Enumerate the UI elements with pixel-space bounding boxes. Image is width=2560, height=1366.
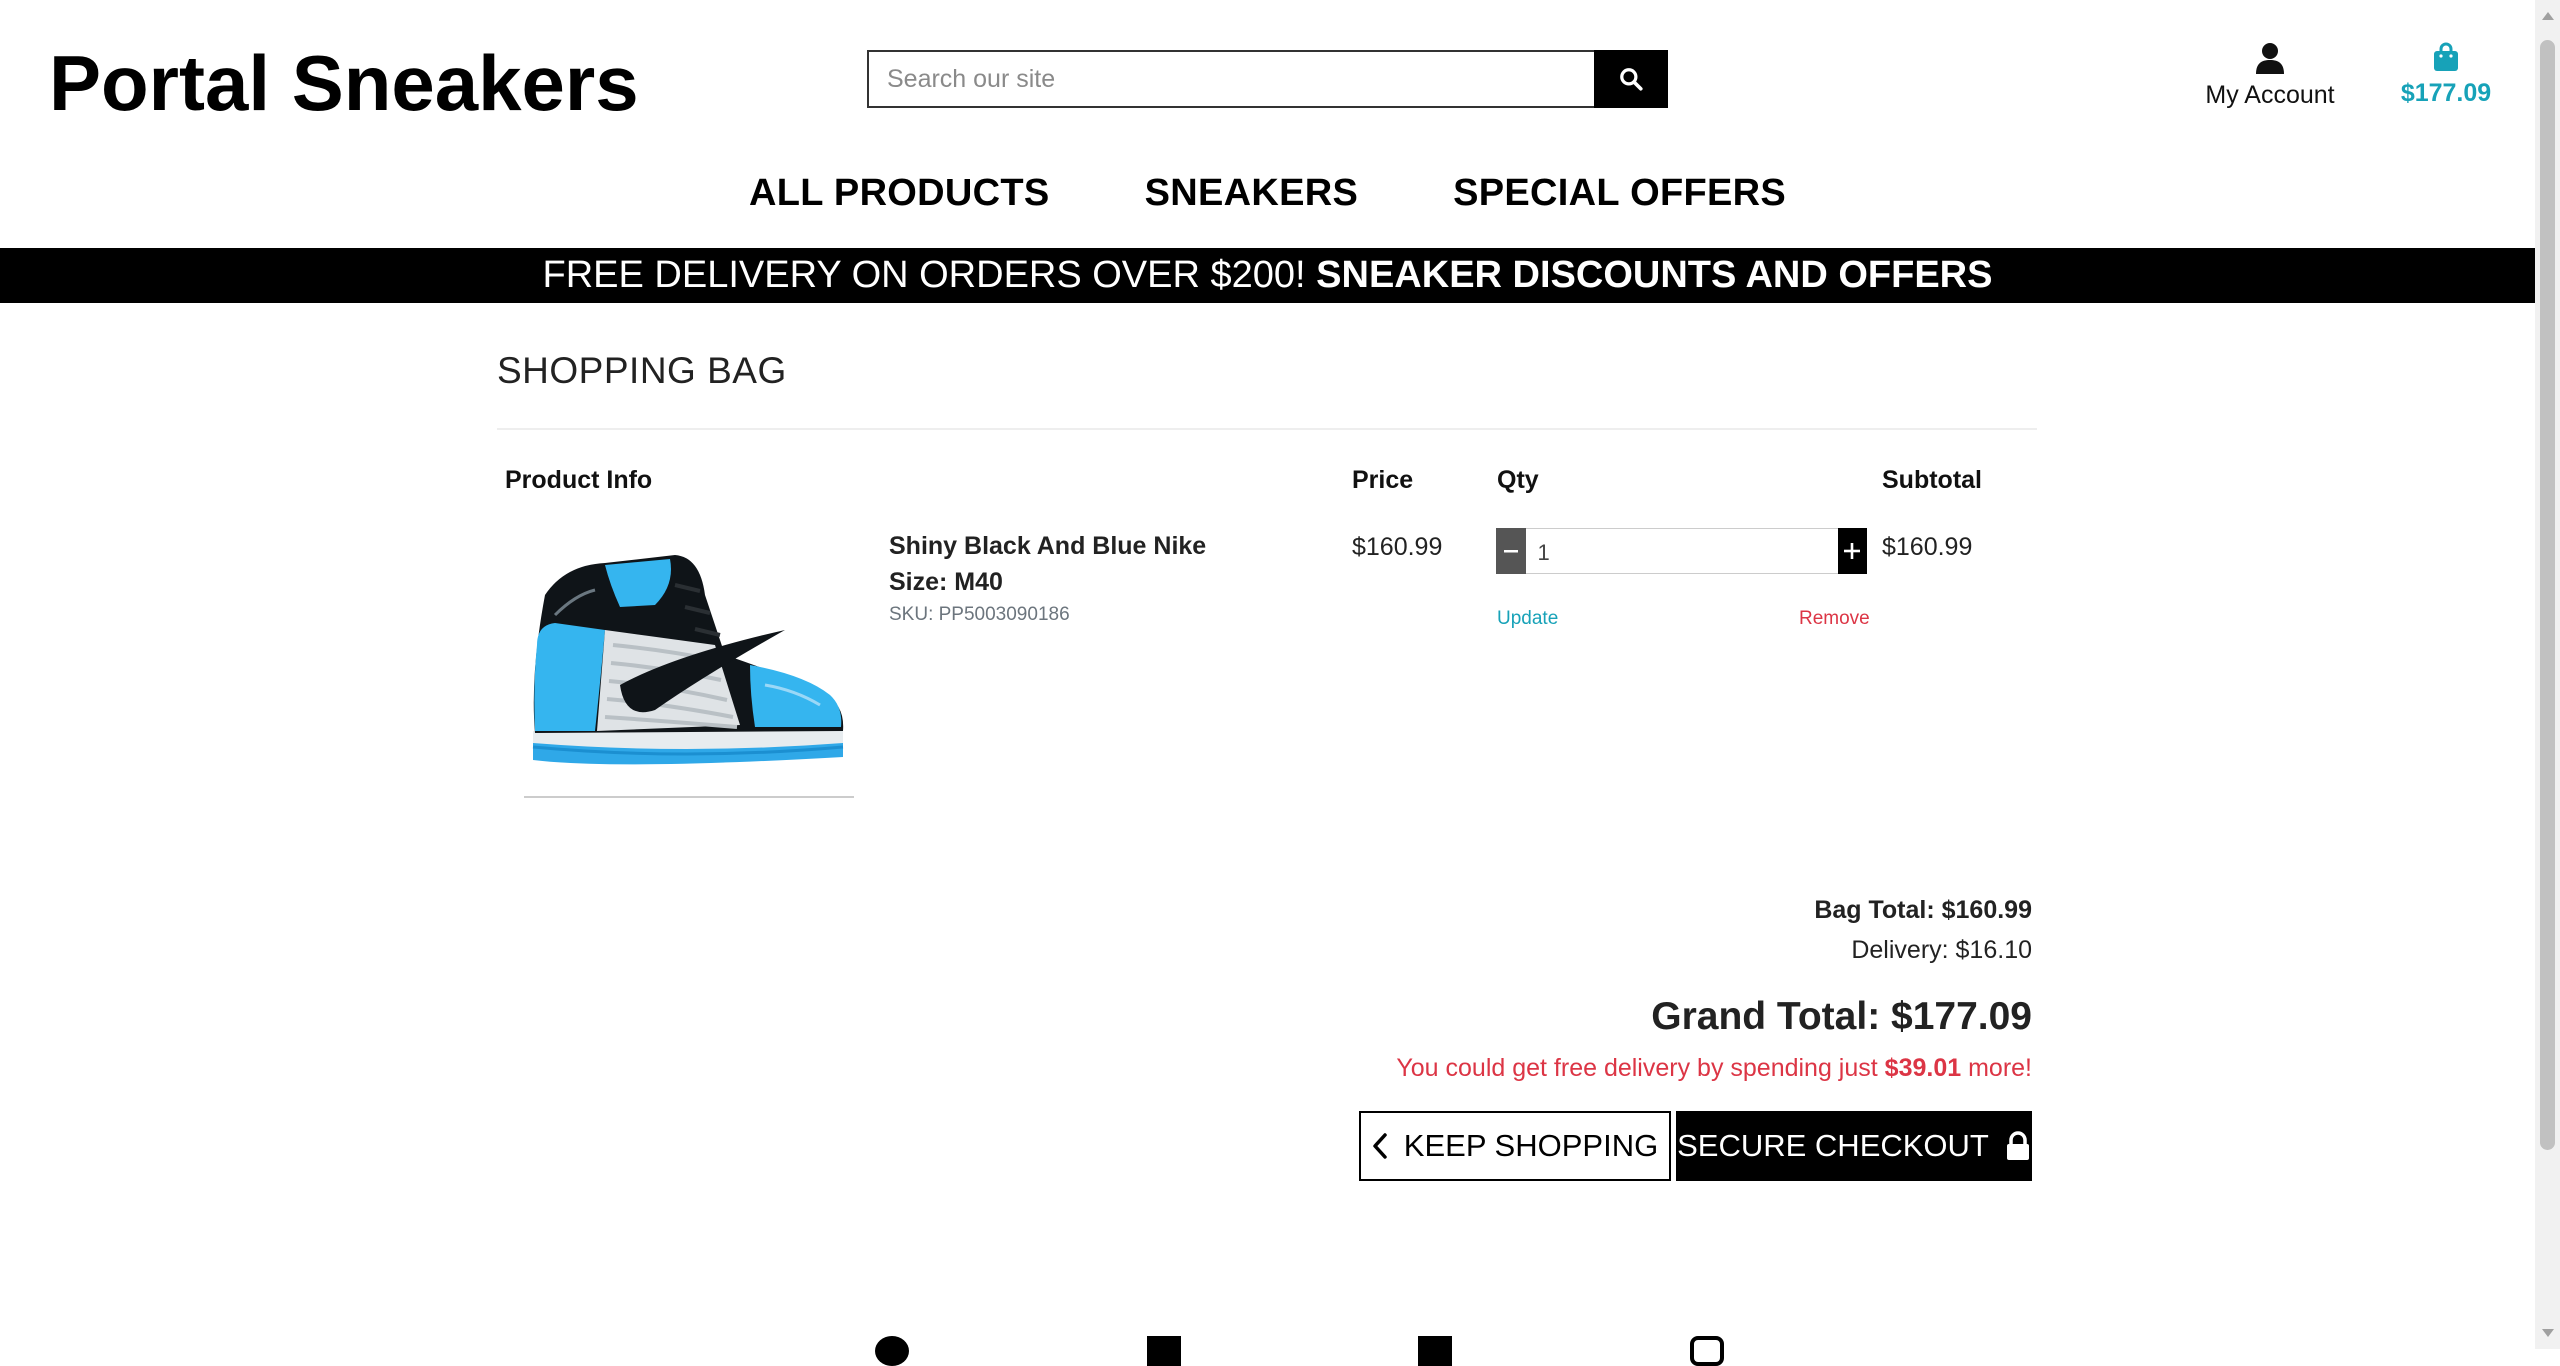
my-account-link[interactable]: My Account (2190, 42, 2350, 110)
scroll-down-icon[interactable] (2542, 1329, 2554, 1337)
free-delivery-suffix: more! (1968, 1054, 2032, 1082)
totals-block: Bag Total: $160.99 Delivery: $16.10 Gran… (1396, 890, 2032, 1088)
scrollbar-thumb[interactable] (2540, 40, 2555, 1150)
instagram-icon[interactable] (1690, 1336, 1724, 1366)
facebook-icon[interactable] (875, 1336, 909, 1366)
promo-banner-bold: SNEAKER DISCOUNTS AND OFFERS (1316, 254, 1993, 296)
remove-link[interactable]: Remove (1799, 608, 1870, 630)
bag-total: Bag Total: $160.99 (1814, 896, 2032, 924)
secure-checkout-label: SECURE CHECKOUT (1677, 1128, 1989, 1163)
promo-banner-text: FREE DELIVERY ON ORDERS OVER $200! (542, 254, 1306, 296)
column-header-qty: Qty (1497, 466, 1539, 494)
page-title: SHOPPING BAG (497, 350, 787, 391)
nav-sneakers[interactable]: SNEAKERS (1145, 172, 1359, 215)
free-delivery-message: You could get free delivery by spending … (1396, 1048, 2032, 1088)
decrement-qty-button[interactable] (1496, 528, 1526, 574)
grand-total: Grand Total: $177.09 (1651, 995, 2032, 1038)
delivery-cost: Delivery: $16.10 (1851, 936, 2032, 964)
free-delivery-prefix: You could get free delivery by spending … (1396, 1054, 1878, 1082)
nav-all-products[interactable]: ALL PRODUCTS (749, 172, 1050, 215)
plus-icon (1844, 543, 1861, 559)
update-link[interactable]: Update (1497, 608, 1558, 630)
lock-icon (2006, 1131, 2029, 1160)
column-header-price: Price (1352, 466, 1414, 494)
quantity-stepper (1496, 528, 1867, 574)
search-button[interactable] (1594, 50, 1668, 108)
main-nav: ALL PRODUCTS SNEAKERS SPECIAL OFFERS (0, 172, 2535, 215)
column-header-subtotal: Subtotal (1882, 466, 1982, 494)
product-sku: SKU: PP5003090186 (889, 604, 1070, 625)
minus-icon (1503, 550, 1518, 553)
qty-input[interactable] (1525, 528, 1838, 574)
bag-total-amount: $177.09 (2400, 79, 2492, 107)
my-account-label: My Account (2205, 81, 2335, 109)
linkedin-icon[interactable] (1418, 1336, 1452, 1366)
increment-qty-button[interactable] (1837, 528, 1867, 574)
secure-checkout-button[interactable]: SECURE CHECKOUT (1676, 1111, 2032, 1181)
column-header-product-info: Product Info (505, 466, 653, 494)
bag-link[interactable]: $177.09 (2386, 42, 2506, 108)
product-image-divider (524, 796, 854, 798)
promo-banner: FREE DELIVERY ON ORDERS OVER $200! SNEAK… (0, 248, 2535, 303)
search-form (867, 50, 1668, 108)
product-subtotal: $160.99 (1882, 533, 1973, 561)
keep-shopping-button[interactable]: KEEP SHOPPING (1359, 1111, 1671, 1181)
scroll-up-icon[interactable] (2542, 12, 2554, 20)
shopping-bag-icon (2434, 42, 2458, 71)
product-price: $160.99 (1352, 533, 1443, 561)
search-icon (1620, 68, 1643, 91)
twitter-icon[interactable] (1147, 1336, 1181, 1366)
page-scrollbar[interactable] (2535, 0, 2560, 1349)
site-logo[interactable]: Portal Sneakers (49, 38, 639, 128)
chevron-left-icon (1373, 1133, 1387, 1159)
search-input[interactable] (867, 50, 1594, 108)
product-image (532, 555, 844, 765)
free-delivery-amount: $39.01 (1884, 1054, 1962, 1082)
product-size: Size: M40 (889, 568, 1003, 596)
nav-special-offers[interactable]: SPECIAL OFFERS (1453, 172, 1786, 215)
keep-shopping-label: KEEP SHOPPING (1403, 1128, 1659, 1163)
user-icon (2256, 43, 2284, 74)
product-name: Shiny Black And Blue Nike (889, 532, 1207, 560)
title-divider (497, 428, 2037, 430)
